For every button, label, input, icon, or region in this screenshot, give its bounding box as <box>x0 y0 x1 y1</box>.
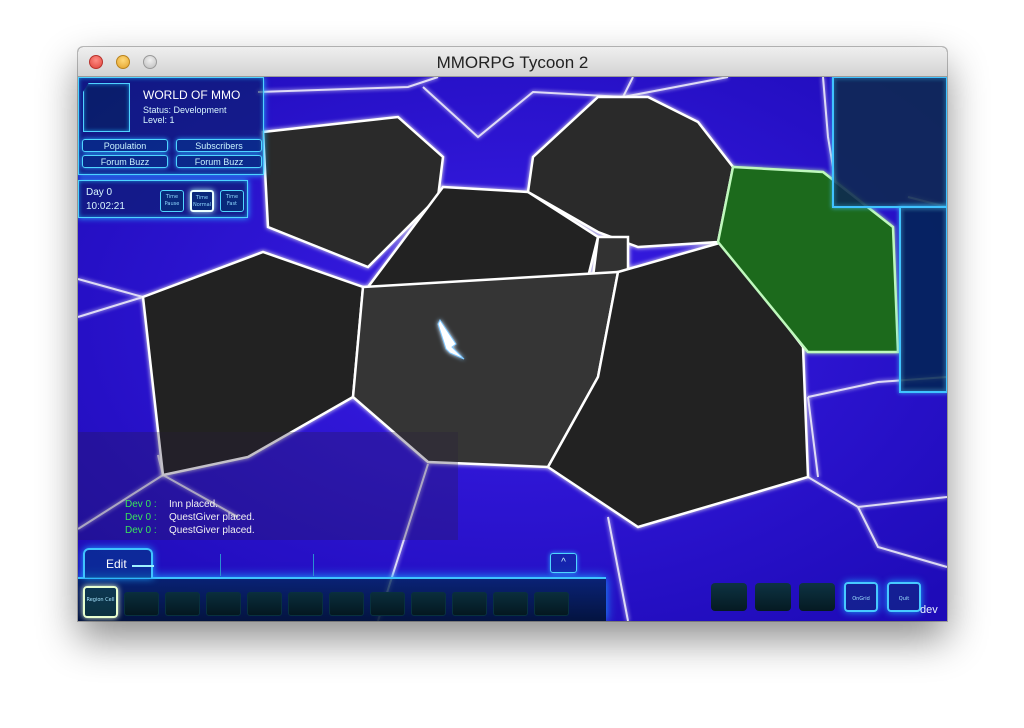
window-title: MMORPG Tycoon 2 <box>436 53 589 72</box>
mode-label: dev <box>920 604 938 616</box>
forum-buzz-button-2[interactable]: Forum Buzz <box>176 155 262 168</box>
toolbar-divider <box>313 554 314 576</box>
empty-slot[interactable] <box>711 583 747 611</box>
tool-slot[interactable] <box>411 592 446 616</box>
log-line: Dev 0 : Inn placed. <box>125 499 218 510</box>
edit-tab-indicator <box>132 565 154 567</box>
population-button[interactable]: Population <box>82 139 168 152</box>
world-status: Status: Development <box>143 105 227 115</box>
empty-slot[interactable] <box>799 583 835 611</box>
time-pause-button[interactable]: Time Pause <box>160 190 184 212</box>
time-fast-button[interactable]: Time Fast <box>220 190 244 212</box>
log-message: QuestGiver placed. <box>169 525 255 536</box>
empty-slot[interactable] <box>755 583 791 611</box>
tool-slot[interactable] <box>124 592 159 616</box>
game-viewport[interactable]: WORLD OF MMO Status: Development Level: … <box>78 77 947 621</box>
toolbar-divider <box>220 554 221 576</box>
side-panel <box>899 206 947 393</box>
log-line: Dev 0 : QuestGiver placed. <box>125 512 255 523</box>
log-line: Dev 0 : QuestGiver placed. <box>125 525 255 536</box>
time-normal-button[interactable]: Time Normal <box>190 190 214 212</box>
title-bar: MMORPG Tycoon 2 <box>78 47 947 77</box>
log-day: Dev 0 : <box>125 499 157 510</box>
log-day: Dev 0 : <box>125 512 157 523</box>
on-grid-button[interactable]: OnGrid <box>844 582 878 612</box>
tool-slot[interactable] <box>370 592 405 616</box>
log-day: Dev 0 : <box>125 525 157 536</box>
game-clock: 10:02:21 <box>86 201 125 212</box>
minimap-panel <box>832 77 947 208</box>
day-counter: Day 0 <box>86 187 113 198</box>
tool-slot[interactable] <box>247 592 282 616</box>
forum-buzz-button[interactable]: Forum Buzz <box>82 155 168 168</box>
edit-tab-label: Edit <box>106 557 127 571</box>
tool-slot[interactable] <box>206 592 241 616</box>
tool-slot[interactable] <box>329 592 364 616</box>
tool-slot[interactable] <box>534 592 569 616</box>
log-message: QuestGiver placed. <box>169 512 255 523</box>
world-emblem <box>83 83 130 132</box>
world-level: Level: 1 <box>143 115 175 125</box>
game-window: MMORPG Tycoon 2 WORLD OF MMO Status: Dev… <box>78 47 947 621</box>
world-name: WORLD OF MMO <box>143 88 241 102</box>
quit-button[interactable]: Quit <box>887 582 921 612</box>
tool-slot[interactable] <box>288 592 323 616</box>
tool-slot[interactable] <box>452 592 487 616</box>
region-cell-tool-button[interactable]: Region Cell <box>83 586 118 618</box>
tool-slot[interactable] <box>493 592 528 616</box>
log-message: Inn placed. <box>169 499 218 510</box>
tool-slot[interactable] <box>165 592 200 616</box>
subscribers-button[interactable]: Subscribers <box>176 139 262 152</box>
collapse-toolbar-button[interactable]: ^ <box>550 553 577 573</box>
